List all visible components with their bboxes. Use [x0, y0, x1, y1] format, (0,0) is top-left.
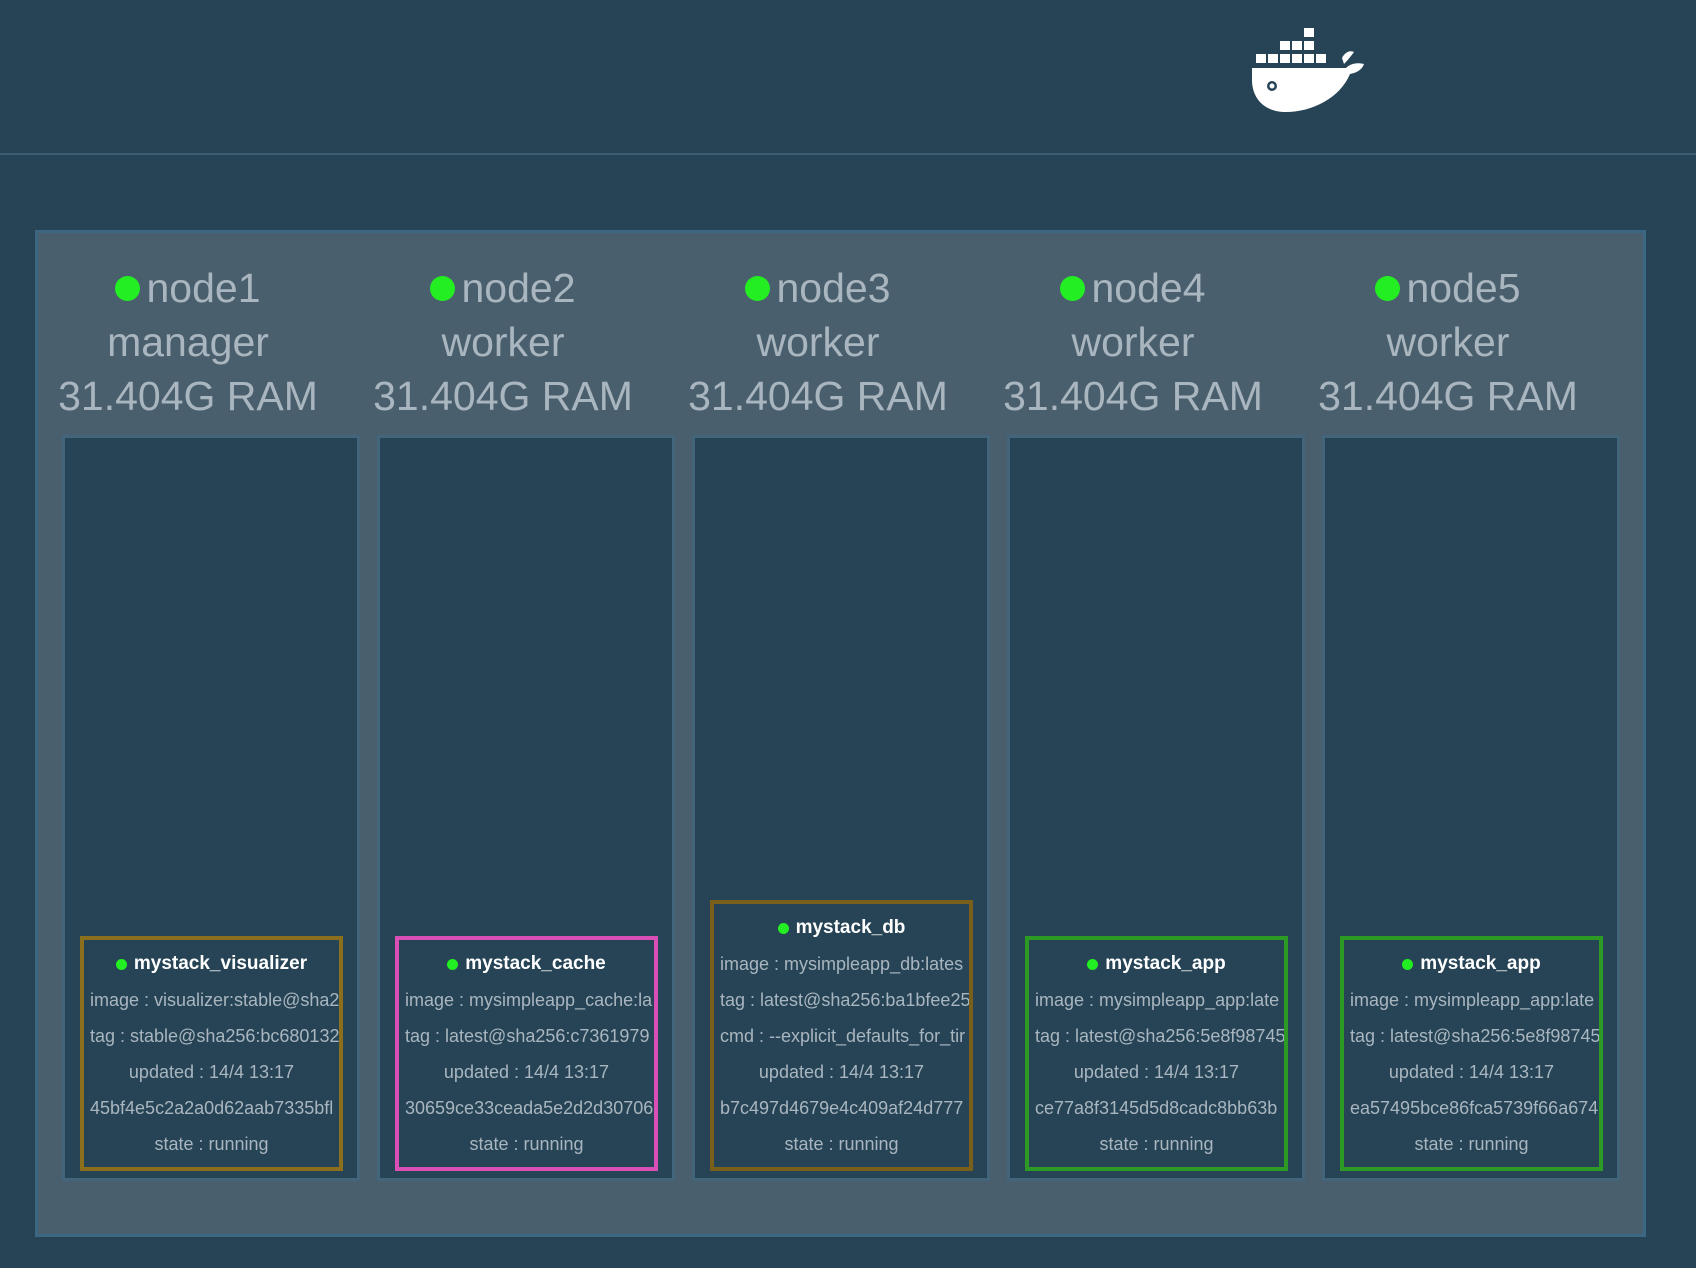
- task-image: image : mysimpleapp_cache:la: [405, 990, 653, 1010]
- task-image: image : mysimpleapp_db:lates: [720, 954, 964, 974]
- task-updated: updated : 14/4 13:17: [1073, 1062, 1240, 1082]
- node-name: node3: [776, 265, 891, 311]
- node-column: node1 manager 31.404G RAM mystack_visual…: [38, 233, 360, 1234]
- task-service-name: mystack_visualizer: [133, 953, 308, 974]
- node-container: mystack_cache image : mysimpleapp_cache:…: [377, 435, 675, 1181]
- task-tag: tag : latest@sha256:c7361979: [405, 1026, 650, 1046]
- node-ram: 31.404G RAM: [688, 373, 948, 419]
- node-name: node1: [146, 265, 261, 311]
- task-state: state : running: [469, 1134, 584, 1154]
- status-dot-icon: [1375, 275, 1401, 301]
- task-tag: tag : latest@sha256:ba1bfee25: [720, 990, 969, 1010]
- task-service-name: mystack_db: [795, 917, 906, 938]
- task-updated: updated : 14/4 13:17: [758, 1062, 925, 1082]
- node-ram: 31.404G RAM: [1318, 373, 1578, 419]
- task-tag: tag : stable@sha256:bc680132: [90, 1026, 339, 1046]
- status-dot-icon: [745, 275, 771, 301]
- task-card[interactable]: mystack_visualizer image : visualizer:st…: [80, 936, 343, 1171]
- task-service-name: mystack_cache: [465, 953, 606, 974]
- status-dot-icon: [1402, 958, 1414, 970]
- node-column: node2 worker 31.404G RAM mystack_cache i…: [353, 233, 675, 1234]
- task-state: state : running: [1414, 1134, 1529, 1154]
- status-dot-icon: [1087, 958, 1099, 970]
- status-dot-icon: [1060, 275, 1086, 301]
- task-service-name: mystack_app: [1420, 953, 1541, 974]
- task-id: b7c497d4679e4c409af24d777: [720, 1098, 964, 1118]
- node-ram: 31.404G RAM: [1003, 373, 1263, 419]
- task-tag: tag : latest@sha256:5e8f98745: [1350, 1026, 1599, 1046]
- node-column: node4 worker 31.404G RAM mystack_app ima…: [983, 233, 1305, 1234]
- task-updated: updated : 14/4 13:17: [1388, 1062, 1555, 1082]
- status-dot-icon: [115, 275, 141, 301]
- node-ram: 31.404G RAM: [58, 373, 318, 419]
- task-id: ea57495bce86fca5739f66a674: [1350, 1098, 1599, 1118]
- node-header: node4 worker 31.404G RAM: [983, 261, 1283, 423]
- node-column: node5 worker 31.404G RAM mystack_app ima…: [1298, 233, 1620, 1234]
- task-card[interactable]: mystack_app image : mysimpleapp_app:late…: [1340, 936, 1603, 1171]
- status-dot-icon: [777, 922, 789, 934]
- node-ram: 31.404G RAM: [373, 373, 633, 419]
- task-card[interactable]: mystack_app image : mysimpleapp_app:late…: [1025, 936, 1288, 1171]
- task-state: state : running: [1099, 1134, 1214, 1154]
- node-name: node5: [1406, 265, 1521, 311]
- node-container: mystack_app image : mysimpleapp_app:late…: [1007, 435, 1305, 1181]
- node-role: worker: [1071, 319, 1195, 365]
- task-service-name: mystack_app: [1105, 953, 1226, 974]
- node-container: mystack_app image : mysimpleapp_app:late…: [1322, 435, 1620, 1181]
- node-header: node5 worker 31.404G RAM: [1298, 261, 1598, 423]
- status-dot-icon: [447, 958, 459, 970]
- task-tag: tag : latest@sha256:5e8f98745: [1035, 1026, 1284, 1046]
- task-updated: updated : 14/4 13:17: [443, 1062, 610, 1082]
- task-id: ce77a8f3145d5d8cadc8bb63b: [1035, 1098, 1278, 1118]
- task-image: image : mysimpleapp_app:late: [1350, 990, 1595, 1010]
- node-role: manager: [107, 319, 269, 365]
- node-header: node3 worker 31.404G RAM: [668, 261, 968, 423]
- task-card[interactable]: mystack_db image : mysimpleapp_db:lates …: [710, 900, 973, 1171]
- task-image: image : visualizer:stable@sha2: [90, 990, 339, 1010]
- task-state: state : running: [784, 1134, 899, 1154]
- task-image: image : mysimpleapp_app:late: [1035, 990, 1280, 1010]
- node-name: node2: [461, 265, 576, 311]
- node-column: node3 worker 31.404G RAM mystack_db imag…: [668, 233, 990, 1234]
- task-updated: updated : 14/4 13:17: [128, 1062, 295, 1082]
- node-role: worker: [1386, 319, 1510, 365]
- task-card[interactable]: mystack_cache image : mysimpleapp_cache:…: [395, 936, 658, 1171]
- node-role: worker: [441, 319, 565, 365]
- task-cmd: cmd : --explicit_defaults_for_tir: [720, 1026, 966, 1046]
- node-role: worker: [756, 319, 880, 365]
- task-id: 45bf4e5c2a2a0d62aab7335bfl: [90, 1098, 334, 1118]
- header-bar: [0, 0, 1696, 155]
- node-container: mystack_db image : mysimpleapp_db:lates …: [692, 435, 990, 1181]
- node-name: node4: [1091, 265, 1206, 311]
- node-header: node1 manager 31.404G RAM: [38, 261, 338, 423]
- cluster-view: node1 manager 31.404G RAM mystack_visual…: [35, 230, 1646, 1237]
- status-dot-icon: [115, 958, 127, 970]
- task-id: 30659ce33ceada5e2d2d30706: [405, 1098, 654, 1118]
- task-state: state : running: [154, 1134, 269, 1154]
- status-dot-icon: [430, 275, 456, 301]
- node-header: node2 worker 31.404G RAM: [353, 261, 653, 423]
- docker-whale-icon: [1252, 28, 1364, 112]
- node-container: mystack_visualizer image : visualizer:st…: [62, 435, 360, 1181]
